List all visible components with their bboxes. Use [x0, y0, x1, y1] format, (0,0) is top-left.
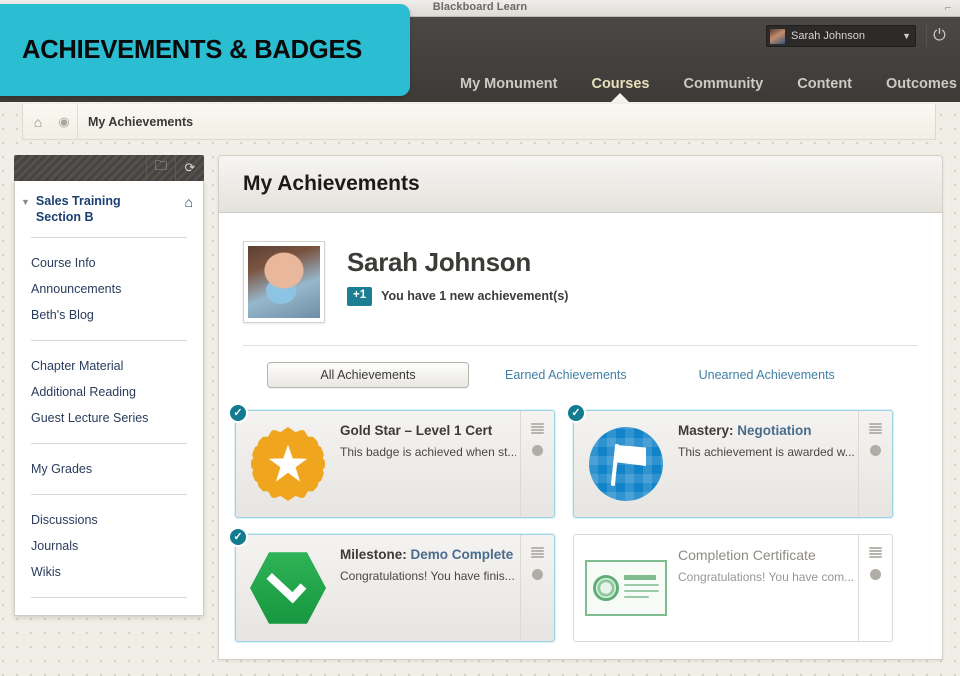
tab-earned-achievements[interactable]: Earned Achievements	[505, 368, 627, 382]
home-icon[interactable]: ⌂	[185, 194, 193, 210]
chevron-down-icon: ▼	[902, 31, 911, 41]
sidebar-item-guest-lecture-series[interactable]: Guest Lecture Series	[15, 405, 203, 431]
achievements-banner: ACHIEVEMENTS & BADGES	[0, 4, 410, 96]
check-circle-icon: ✓	[228, 403, 248, 423]
tab-unearned-achievements[interactable]: Unearned Achievements	[699, 368, 835, 382]
dot-icon[interactable]	[532, 445, 543, 456]
menu-divider	[31, 494, 187, 495]
course-menu-toolbar: 🗀 ⟳	[14, 155, 204, 181]
achievement-actions	[858, 535, 892, 641]
profile-info: Sarah Johnson +1 You have 1 new achievem…	[347, 241, 568, 306]
power-icon[interactable]: ⏻	[926, 25, 952, 47]
certificate-badge-icon	[574, 535, 678, 641]
status-badge: +1	[347, 287, 372, 306]
achievement-card[interactable]: ✓ Gold Star – Level 1 Cert This badge is…	[235, 410, 555, 518]
sidebar-item-chapter-material[interactable]: Chapter Material	[15, 353, 203, 379]
tab-all-achievements[interactable]: All Achievements	[267, 362, 469, 388]
achievement-filters: All Achievements Earned Achievements Une…	[219, 346, 942, 388]
check-circle-icon: ✓	[228, 527, 248, 547]
list-icon[interactable]	[869, 423, 882, 434]
menu-divider	[31, 237, 187, 238]
achievement-title: Mastery: Negotiation	[678, 423, 854, 438]
sidebar-item-discussions[interactable]: Discussions	[15, 507, 203, 533]
menu-divider	[31, 340, 187, 341]
home-icon[interactable]: ⌂	[23, 114, 53, 130]
achievement-card[interactable]: ✓ Mastery: Negotiation This achievement …	[573, 410, 893, 518]
sidebar-item-journals[interactable]: Journals	[15, 533, 203, 559]
blue-flag-badge-icon	[574, 411, 678, 517]
sidebar-item-announcements[interactable]: Announcements	[15, 276, 203, 302]
nav-tab-content[interactable]: Content	[780, 76, 869, 92]
nav-tab-community[interactable]: Community	[667, 76, 781, 92]
list-icon[interactable]	[869, 547, 882, 558]
course-title-line2: Section B	[36, 210, 94, 224]
achievement-description: Congratulations! You have finis...	[340, 569, 516, 583]
new-achievements-row: +1 You have 1 new achievement(s)	[347, 287, 568, 306]
course-title-line1: Sales Training	[36, 194, 121, 208]
content-panel: My Achievements Sarah Johnson +1 You hav…	[218, 155, 943, 660]
course-menu-body: ▼ Sales Training Section B ⌂ Course Info…	[14, 181, 204, 616]
course-menu-header[interactable]: ▼ Sales Training Section B ⌂	[15, 193, 203, 225]
list-icon[interactable]	[531, 547, 544, 558]
page-title: My Achievements	[243, 172, 420, 196]
achievement-actions	[858, 411, 892, 517]
user-menu[interactable]: Sarah Johnson ▼	[766, 25, 916, 47]
achievement-info: Milestone: Demo Complete Congratulations…	[340, 535, 520, 641]
sidebar-item-additional-reading[interactable]: Additional Reading	[15, 379, 203, 405]
nav-tab-outcomes[interactable]: Outcomes	[869, 76, 960, 92]
sidebar-item-beths-blog[interactable]: Beth's Blog	[15, 302, 203, 328]
achievement-card-grid: ✓ Gold Star – Level 1 Cert This badge is…	[219, 388, 942, 642]
refresh-icon[interactable]: ⟳	[175, 155, 204, 181]
achievement-description: This badge is achieved when st...	[340, 445, 516, 459]
sidebar-item-course-info[interactable]: Course Info	[15, 250, 203, 276]
achievement-actions	[520, 535, 554, 641]
achievement-info: Completion Certificate Congratulations! …	[678, 535, 858, 641]
achievement-info: Gold Star – Level 1 Cert This badge is a…	[340, 411, 520, 517]
menu-divider	[31, 443, 187, 444]
content-header: My Achievements	[219, 156, 942, 213]
course-title: Sales Training Section B	[36, 193, 185, 225]
achievement-title: Gold Star – Level 1 Cert	[340, 423, 516, 438]
achievement-title: Completion Certificate	[678, 547, 854, 563]
achievement-info: Mastery: Negotiation This achievement is…	[678, 411, 858, 517]
folder-icon[interactable]: 🗀	[146, 155, 175, 181]
achievement-card[interactable]: Completion Certificate Congratulations! …	[573, 534, 893, 642]
achievement-title-accent: Negotiation	[737, 423, 811, 438]
breadcrumb: ⌂ ◉ My Achievements	[22, 104, 936, 140]
nav-tab-courses[interactable]: Courses	[574, 76, 666, 92]
new-achievements-text: You have 1 new achievement(s)	[381, 289, 568, 303]
profile-block: Sarah Johnson +1 You have 1 new achievem…	[219, 213, 942, 323]
chevron-down-icon[interactable]: ▼	[21, 197, 30, 207]
achievement-actions	[520, 411, 554, 517]
achievement-title-prefix: Mastery:	[678, 423, 734, 438]
resize-icon[interactable]: ⌐	[942, 2, 954, 14]
dot-icon[interactable]	[532, 569, 543, 580]
list-icon[interactable]	[531, 423, 544, 434]
gold-star-badge-icon	[236, 411, 340, 517]
achievement-card[interactable]: ✓ Milestone: Demo Complete Congratulatio…	[235, 534, 555, 642]
achievement-title-prefix: Milestone:	[340, 547, 407, 562]
nav-tab-my-monument[interactable]: My Monument	[443, 76, 574, 92]
course-menu: 🗀 ⟳ ▼ Sales Training Section B ⌂ Course …	[14, 155, 204, 616]
avatar	[243, 241, 325, 323]
menu-divider	[31, 597, 187, 598]
breadcrumb-label: My Achievements	[88, 115, 193, 129]
green-hexagon-check-badge-icon	[236, 535, 340, 641]
sidebar-item-wikis[interactable]: Wikis	[15, 559, 203, 585]
breadcrumb-divider	[77, 104, 78, 140]
banner-title: ACHIEVEMENTS & BADGES	[22, 36, 362, 65]
sidebar-item-my-grades[interactable]: My Grades	[15, 456, 203, 482]
check-circle-icon: ✓	[566, 403, 586, 423]
dot-icon[interactable]	[870, 445, 881, 456]
dot-icon[interactable]	[870, 569, 881, 580]
avatar-image	[248, 246, 320, 318]
chevron-circle-down-icon[interactable]: ◉	[53, 114, 75, 130]
achievement-title: Milestone: Demo Complete	[340, 547, 516, 562]
achievement-title-accent: Demo Complete	[411, 547, 514, 562]
achievement-description: Congratulations! You have com...	[678, 570, 854, 584]
user-name-label: Sarah Johnson	[791, 30, 888, 42]
user-avatar-icon	[770, 29, 785, 44]
profile-name: Sarah Johnson	[347, 247, 568, 278]
achievement-description: This achievement is awarded w...	[678, 445, 854, 459]
